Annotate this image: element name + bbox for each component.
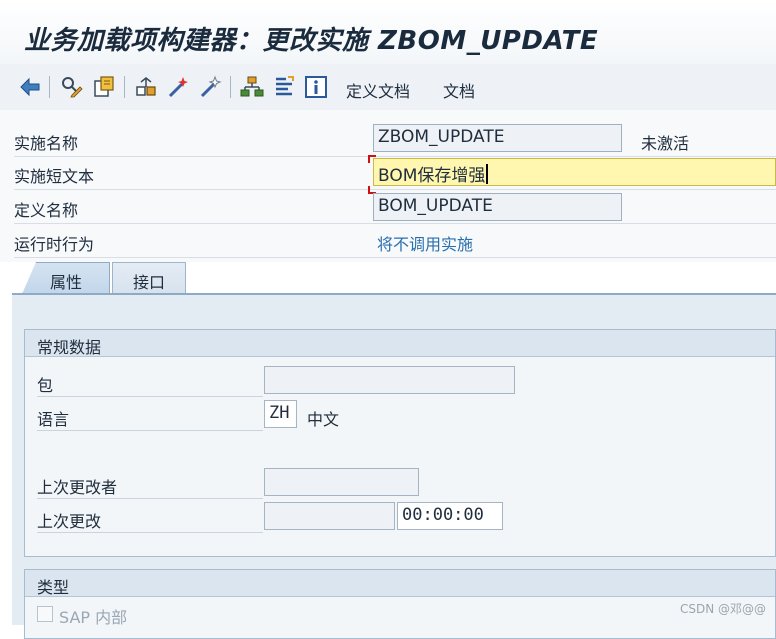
last-changed-by-field[interactable] [264,468,419,496]
divider [37,430,263,431]
runtime-label: 运行时行为 [14,235,95,254]
impl-name-label: 实施名称 [14,134,79,153]
last-changed-by-label: 上次更改者 [37,478,118,497]
focus-marker [368,155,376,163]
info-icon[interactable] [304,75,328,99]
package-field[interactable] [264,366,515,394]
def-name-field[interactable]: BOM_UPDATE [373,193,622,221]
page-title: 业务加载项构建器：更改实施 ZBOM_UPDATE [24,26,599,56]
tab-interface[interactable]: 接口 [112,262,186,294]
sap-internal-label: SAP 内部 [59,608,128,627]
watermark: CSDN @邓@@ [679,602,766,616]
hierarchy-icon[interactable] [240,75,264,99]
toolbar-separator [124,76,125,98]
tab-strip: 属性 接口 [0,262,776,294]
package-label: 包 [37,376,54,395]
last-changed-label: 上次更改 [37,512,102,531]
list-icon[interactable] [272,75,296,99]
toolbar-separator [230,76,231,98]
application-toolbar: 定义文档 文档 [0,64,776,111]
def-name-label: 定义名称 [14,201,79,220]
back-icon[interactable] [18,75,42,99]
implementation-header: 实施名称 ZBOM_UPDATE 未激活 实施短文本 BOM保存增强 定义名称 … [0,110,776,262]
toolbar-separator [49,76,50,98]
general-data-title: 常规数据 [37,338,102,357]
title-bar: 业务加载项构建器：更改实施 ZBOM_UPDATE [0,0,776,65]
last-changed-date-field[interactable] [264,502,395,530]
display-change-icon[interactable] [60,75,84,99]
definition-docs-button[interactable]: 定义文档 [346,78,410,102]
text-caret [486,164,489,184]
type-header: 类型 [25,570,775,597]
divider [37,396,263,397]
short-text-label: 实施短文本 [14,167,95,186]
general-data-group: 常规数据 包 语言 ZH 中文 上次更改者 上次更改 00:00:00 [24,329,776,557]
language-label: 语言 [37,410,70,429]
language-code-field[interactable]: ZH [264,400,297,428]
type-group: 类型 SAP 内部 [24,569,776,639]
impl-name-field[interactable]: ZBOM_UPDATE [373,124,622,152]
runtime-value: 将不调用实施 [377,235,474,254]
deactivate-icon[interactable] [198,75,222,99]
short-text-field[interactable]: BOM保存增强 [373,158,776,186]
type-title: 类型 [37,578,70,597]
activation-status: 未激活 [641,134,690,153]
sap-internal-checkbox[interactable] [37,606,53,622]
language-name: 中文 [307,410,340,429]
attributes-panel: 常规数据 包 语言 ZH 中文 上次更改者 上次更改 00:00:00 类型 S… [12,293,776,639]
divider [37,498,263,499]
tab-attributes[interactable]: 属性 [22,262,110,294]
other-object-icon[interactable] [92,75,116,99]
short-text-value: BOM保存增强 [378,166,486,186]
general-data-header: 常规数据 [25,330,775,357]
activate-icon[interactable] [166,75,190,99]
divider [37,532,263,533]
check-icon[interactable] [134,75,158,99]
last-changed-time-field[interactable]: 00:00:00 [397,502,503,530]
docs-button[interactable]: 文档 [443,78,475,102]
